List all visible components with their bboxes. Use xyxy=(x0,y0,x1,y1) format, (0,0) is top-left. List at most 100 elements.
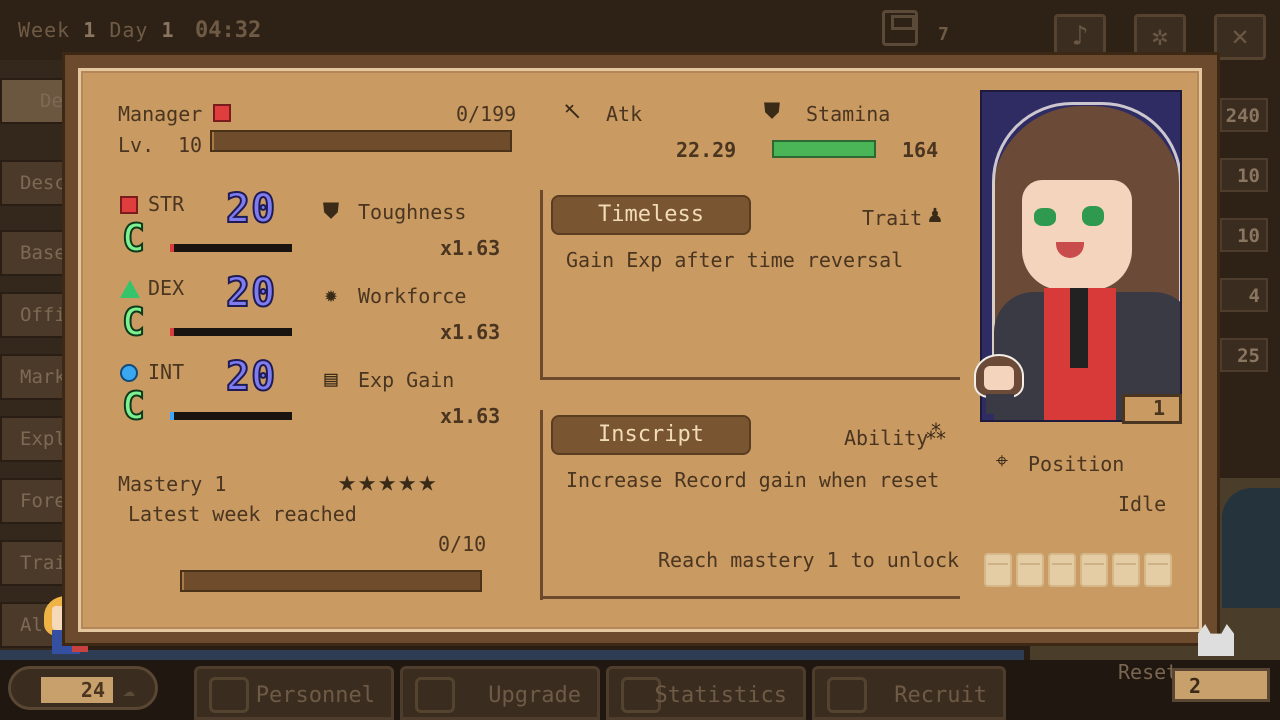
equipment-slot[interactable] xyxy=(1016,553,1044,587)
stat-name: INT xyxy=(148,360,185,384)
level-label: Lv. xyxy=(118,133,155,157)
sidebar-item[interactable]: Trai xyxy=(0,540,66,586)
person-icon: ♟ xyxy=(927,200,943,228)
gear-icon: ✹ xyxy=(324,283,338,308)
modifier-value: x1.63 xyxy=(440,236,501,260)
unit-count: 24 xyxy=(41,677,113,703)
role-label: Manager xyxy=(118,102,203,126)
modifier-value: x1.63 xyxy=(440,404,501,428)
str-square-icon xyxy=(120,196,138,214)
equipment-slot[interactable] xyxy=(1080,553,1108,587)
trait-description: Gain Exp after time reversal xyxy=(566,248,904,272)
mastery-label: Mastery 1 xyxy=(118,472,227,496)
speaker-icon: ♪ xyxy=(1071,19,1089,52)
stat-bar xyxy=(170,328,292,336)
position-value[interactable]: Idle xyxy=(1118,492,1166,516)
sidebar-item[interactable]: Base xyxy=(0,230,66,276)
day-label: Day xyxy=(109,18,149,42)
modifier-name: Workforce xyxy=(358,284,467,308)
stamina-bar xyxy=(772,140,876,158)
ability-box-bottom xyxy=(540,596,960,599)
resource-count: 240 xyxy=(1220,98,1268,132)
equipment-slot[interactable] xyxy=(984,553,1012,587)
sidebar-item[interactable]: Mark xyxy=(0,354,66,400)
level-value: 10 xyxy=(178,133,203,157)
equipment-slot[interactable] xyxy=(1112,553,1140,587)
tab-label: Recruit xyxy=(894,683,987,708)
game-clock: 04:32 xyxy=(195,18,262,43)
tab-label: Statistics xyxy=(654,683,787,708)
modifier-value: x1.63 xyxy=(440,320,501,344)
book-icon: ▤ xyxy=(324,367,338,392)
exp-bar-fill xyxy=(212,132,214,150)
resource-count: 10 xyxy=(1220,158,1268,192)
map-water xyxy=(1222,488,1280,608)
position-label: Position xyxy=(1028,452,1125,476)
stat-bar xyxy=(170,412,292,420)
trait-kind: Trait xyxy=(862,206,923,230)
mound-icon: ☁ xyxy=(123,677,136,701)
dots-cluster-icon: ⁂ xyxy=(926,420,946,444)
resource-count: 4 xyxy=(1220,278,1268,312)
unit-counter[interactable]: 24 ☁ xyxy=(8,666,158,710)
tab-personnel[interactable]: Personnel xyxy=(194,666,394,720)
sidebar-item[interactable]: Expl xyxy=(0,416,66,462)
shield-icon: ⛊ xyxy=(763,99,781,124)
portrait-level-badge: 1 xyxy=(1122,394,1182,424)
trait-box-bottom xyxy=(540,377,960,380)
int-circle-icon xyxy=(120,364,138,382)
arrow-up-icon xyxy=(415,677,455,713)
stamina-value: 164 xyxy=(902,138,939,162)
role-marker-icon xyxy=(213,104,231,122)
trait-box-border xyxy=(540,190,543,380)
atk-label: Atk xyxy=(606,102,643,126)
person-icon xyxy=(209,677,249,713)
stat-bar-fill xyxy=(170,244,174,252)
week-value: 1 xyxy=(83,18,97,42)
stat-name: DEX xyxy=(148,276,185,300)
equipment-slot[interactable] xyxy=(1048,553,1076,587)
modifier-name: Toughness xyxy=(358,200,467,224)
modifier-name: Exp Gain xyxy=(358,368,455,392)
ability-kind: Ability xyxy=(844,426,929,450)
reset-label: Reset xyxy=(1118,660,1179,684)
mastery-bar-fill xyxy=(182,572,184,590)
date-display: Week 1 Day 1 xyxy=(18,18,175,42)
day-value: 1 xyxy=(161,18,175,42)
sidebar-item[interactable]: De xyxy=(0,78,66,124)
stat-bar-fill xyxy=(170,328,174,336)
chibi-sprite xyxy=(974,354,1026,416)
save-icon[interactable] xyxy=(882,10,918,46)
ability-box-border xyxy=(540,410,543,600)
tab-label: Personnel xyxy=(255,683,375,708)
ability-name: Inscript xyxy=(551,415,751,455)
gear-icon: ✲ xyxy=(1151,19,1169,52)
tab-recruit[interactable]: Recruit xyxy=(812,666,1006,720)
tab-label: Upgrade xyxy=(488,683,581,708)
exp-bar xyxy=(210,130,512,152)
ability-lock-note: Reach mastery 1 to unlock xyxy=(658,548,960,572)
stat-value: 20 xyxy=(225,269,277,317)
trait-name: Timeless xyxy=(551,195,751,235)
tab-upgrade[interactable]: Upgrade xyxy=(400,666,600,720)
dex-triangle-icon xyxy=(120,280,140,298)
equipment-slot[interactable] xyxy=(1144,553,1172,587)
close-button[interactable]: ✕ xyxy=(1214,14,1266,60)
resource-count: 25 xyxy=(1220,338,1268,372)
mastery-stars: ★★★★★ xyxy=(338,464,439,499)
stat-bar xyxy=(170,244,292,252)
close-icon: ✕ xyxy=(1231,19,1249,52)
tab-statistics[interactable]: Statistics xyxy=(606,666,806,720)
save-count: 7 xyxy=(938,24,949,45)
sidebar-item[interactable]: Desc xyxy=(0,160,66,206)
location-pin-icon: ⌖ xyxy=(995,449,1009,474)
resource-count: 10 xyxy=(1220,218,1268,252)
sidebar-item[interactable]: Fore xyxy=(0,478,66,524)
mastery-bar xyxy=(180,570,482,592)
stat-name: STR xyxy=(148,192,185,216)
reset-count[interactable]: 2 xyxy=(1172,668,1270,702)
mastery-progress: 0/10 xyxy=(438,532,487,556)
shield-icon: ⛊ xyxy=(322,199,340,224)
stat-grade: C xyxy=(121,383,146,429)
sidebar-item[interactable]: Offi xyxy=(0,292,66,338)
